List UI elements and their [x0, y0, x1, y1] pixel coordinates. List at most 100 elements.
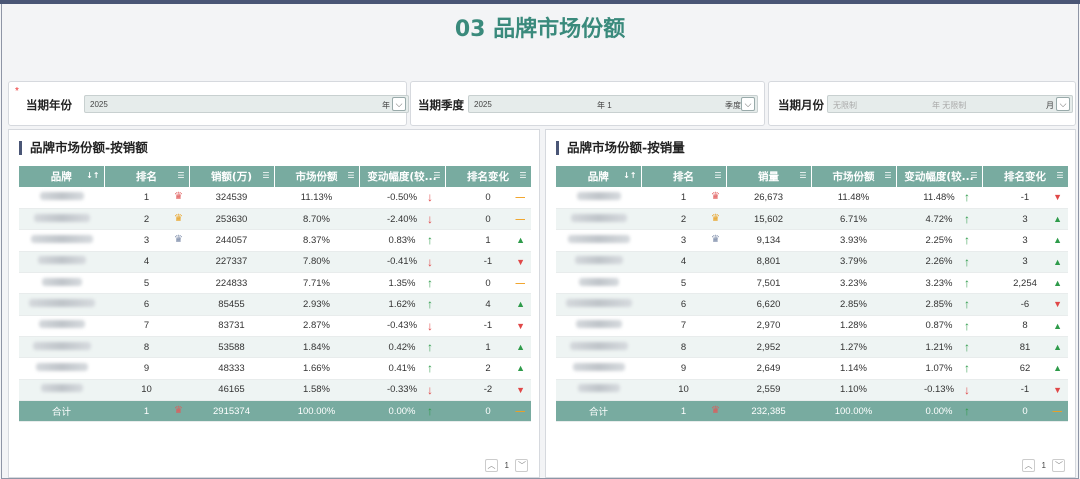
brand-cell: [556, 208, 641, 231]
column-header[interactable]: 销量 ☰: [726, 166, 812, 187]
table-row[interactable]: 1 ♛ 26,673 11.48% 11.48% ↑ -1 ▼: [556, 187, 1068, 209]
brand-cell: [556, 357, 641, 380]
value-cell: 2915374: [189, 400, 274, 423]
column-header[interactable]: 变动幅度(较... ☰: [896, 166, 983, 187]
blurred-brand-name: [41, 277, 82, 286]
arrow-down-icon: ↓: [427, 254, 433, 269]
sort-icon[interactable]: ☰: [519, 171, 526, 180]
panel-title: 品牌市场份额-按销量: [556, 141, 685, 155]
value: 232,385: [751, 405, 786, 417]
share-cell: 2.85%: [811, 293, 896, 316]
year-select[interactable]: 2025 年 ⌵: [84, 95, 409, 113]
sort-icon[interactable]: ☰: [714, 171, 721, 180]
year-value: 2025: [90, 100, 108, 109]
column-header[interactable]: 变动幅度(较... ☰: [359, 166, 446, 187]
column-header[interactable]: 品牌 ↓↑: [556, 166, 642, 187]
rank-cell: 10: [641, 379, 726, 401]
table-row[interactable]: 2 ♛ 253630 8.70% -2.40% ↓ 0—: [19, 208, 531, 231]
table-row[interactable]: 3 ♛ 9,134 3.93% 2.25% ↑ 3 ▲: [556, 229, 1068, 252]
page-title: 03 品牌市场份额: [454, 17, 626, 42]
column-header[interactable]: 排名 ☰: [641, 166, 727, 187]
rank-value: 1: [680, 405, 687, 417]
rank-value: 3: [143, 234, 150, 246]
chevron-down-icon[interactable]: ⌵: [1056, 97, 1070, 111]
sort-icon[interactable]: ☰: [799, 171, 806, 180]
sort-icon[interactable]: ☰: [347, 171, 354, 180]
blurred-brand-name: [569, 341, 628, 350]
table-row[interactable]: 5 7,501 3.23% 3.23% ↑ 2,254 ▲: [556, 272, 1068, 295]
column-header[interactable]: 排名 ☰: [104, 166, 190, 187]
crown-icon: ♛: [711, 404, 720, 416]
column-header[interactable]: 销额(万) ☰: [189, 166, 275, 187]
change-cell: 3.23% ↑: [896, 272, 982, 295]
panel-sales-volume: 品牌市场份额-按销量 品牌 ↓↑ 排名 ☰ 销量 ☰ 市场份额 ☰ 变动幅度(较... ☰ 排名变化…: [545, 129, 1076, 478]
column-header-label: 市场份额: [295, 171, 338, 183]
table-row[interactable]: 8 53588 1.84% 0.42% ↑ 1 ▲: [19, 336, 531, 359]
crown-icon: ♛: [711, 212, 720, 224]
triangle-up-icon: ▲: [1053, 235, 1062, 246]
share-value: 1.10%: [840, 384, 867, 396]
prev-page-button[interactable]: ︿: [485, 459, 498, 472]
brand-cell: [556, 336, 641, 359]
value-cell: 6,620: [726, 293, 811, 316]
column-header[interactable]: 品牌 ↓↑: [19, 166, 105, 187]
table-row[interactable]: 3 ♛ 244057 8.37% 0.83% ↑ 1 ▲: [19, 229, 531, 252]
table-row[interactable]: 10 46165 1.58% -0.33% ↓ -2 ▼: [19, 379, 531, 401]
sort-icon[interactable]: ☰: [1056, 171, 1063, 180]
share-value: 7.80%: [303, 256, 330, 268]
change-cell: 0.87% ↑: [896, 315, 982, 337]
sort-icon[interactable]: ↓↑: [86, 171, 99, 180]
share-cell: 2.87%: [274, 315, 359, 337]
sort-icon[interactable]: ☰: [262, 171, 269, 180]
value: 46165: [218, 384, 245, 396]
table-row[interactable]: 6 85455 2.93% 1.62% ↑ 4 ▲: [19, 293, 531, 316]
rank-change-cell: 3 ▲: [982, 251, 1068, 273]
chevron-down-icon[interactable]: ⌵: [741, 97, 755, 111]
blurred-brand-name: [33, 213, 90, 222]
chevron-down-icon[interactable]: ⌵: [392, 97, 406, 111]
column-header[interactable]: 市场份额 ☰: [274, 166, 360, 187]
next-page-button[interactable]: ﹀: [1052, 459, 1066, 472]
month-select[interactable]: 无限制 年 无限制 月 ⌵: [827, 95, 1073, 113]
share-cell: 100.00%: [811, 400, 896, 423]
sort-icon[interactable]: ☰: [177, 171, 184, 180]
table-row[interactable]: 4 227337 7.80% -0.41% ↓ -1 ▼: [19, 251, 531, 273]
crown-icon: ♛: [174, 404, 183, 416]
column-header[interactable]: 排名变化 ☰: [445, 166, 532, 187]
value: 26,673: [753, 191, 784, 203]
sort-icon[interactable]: ↓↑: [623, 171, 636, 180]
triangle-up-icon: ▲: [516, 235, 525, 246]
dash-icon: —: [515, 277, 526, 289]
sort-icon[interactable]: ☰: [433, 171, 440, 180]
pager: ︿ 1 ﹀: [1022, 459, 1066, 472]
sort-icon[interactable]: ☰: [884, 171, 891, 180]
table-row[interactable]: 5 224833 7.71% 1.35% ↑ 0—: [19, 272, 531, 295]
table-row[interactable]: 7 83731 2.87% -0.43% ↓ -1 ▼: [19, 315, 531, 337]
table-row[interactable]: 4 8,801 3.79% 2.26% ↑ 3 ▲: [556, 251, 1068, 273]
value-cell: 224833: [189, 272, 274, 295]
triangle-up-icon: ▲: [1053, 320, 1062, 331]
triangle-down-icon: ▼: [1053, 384, 1062, 395]
table-row[interactable]: 9 2,649 1.14% 1.07% ↑ 62 ▲: [556, 357, 1068, 380]
prev-page-button[interactable]: ︿: [1022, 459, 1035, 472]
table-row[interactable]: 7 2,970 1.28% 0.87% ↑ 8 ▲: [556, 315, 1068, 337]
month-placeholder: 无限制: [833, 101, 857, 110]
table-row[interactable]: 2 ♛ 15,602 6.71% 4.72% ↑ 3 ▲: [556, 208, 1068, 231]
blurred-brand-name: [578, 277, 619, 286]
table-row[interactable]: 8 2,952 1.27% 1.21% ↑ 81 ▲: [556, 336, 1068, 359]
brand-cell: 合计: [556, 400, 641, 423]
next-page-button[interactable]: ﹀: [515, 459, 529, 472]
change-value: 4.72%: [925, 213, 953, 225]
rank-value: 10: [141, 384, 152, 396]
value-cell: 7,501: [726, 272, 811, 295]
value: 324539: [215, 191, 248, 203]
sort-icon[interactable]: ☰: [970, 171, 977, 180]
column-header[interactable]: 排名变化 ☰: [982, 166, 1069, 187]
table-row[interactable]: 1 ♛ 324539 11.13% -0.50% ↓ 0—: [19, 187, 531, 209]
quarter-select[interactable]: 2025 年 1 季度 ⌵: [468, 95, 758, 113]
rank-change-cell: 62 ▲: [982, 357, 1068, 380]
table-row[interactable]: 9 48333 1.66% 0.41% ↑ 2 ▲: [19, 357, 531, 380]
table-row[interactable]: 6 6,620 2.85% 2.85% ↑ -6 ▼: [556, 293, 1068, 316]
column-header[interactable]: 市场份额 ☰: [811, 166, 897, 187]
table-row[interactable]: 10 2,559 1.10% -0.13% ↓ -1 ▼: [556, 379, 1068, 401]
